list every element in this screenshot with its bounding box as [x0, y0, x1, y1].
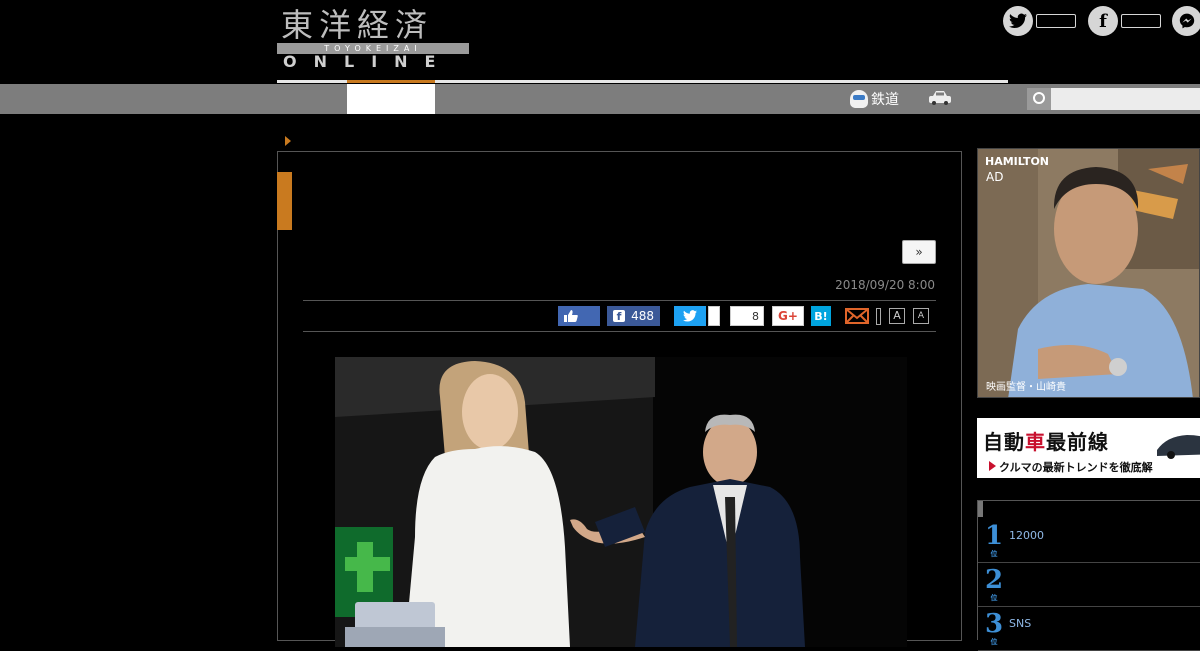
mail-icon	[845, 308, 869, 324]
facebook-count	[1121, 14, 1161, 28]
google-plus-button[interactable]: G+	[772, 306, 804, 326]
font-size-large-button[interactable]: A	[889, 308, 905, 324]
article-date: 2018/09/20 8:00	[835, 278, 935, 292]
ad-caption: 映画監督・山崎貴	[986, 382, 1066, 393]
messenger-share[interactable]	[1172, 6, 1200, 36]
global-nav	[0, 84, 1200, 114]
print-button[interactable]	[876, 308, 881, 325]
sidebar-ad[interactable]	[977, 148, 1200, 398]
nav-link-railway-label: 鉄道	[871, 92, 899, 108]
rank-title: 12000	[1009, 529, 1044, 542]
twitter-icon	[683, 310, 697, 322]
breadcrumb-arrow-icon	[285, 136, 291, 146]
rank-number: 2位	[985, 565, 1004, 602]
ad-label: AD	[986, 170, 1004, 184]
facebook-like-button[interactable]	[558, 306, 600, 326]
search-button[interactable]	[1027, 88, 1051, 110]
car-icon	[1157, 435, 1200, 459]
train-icon	[850, 90, 868, 108]
search-icon	[1033, 92, 1045, 104]
car-banner-subtitle: クルマの最新トレンドを徹底解	[999, 461, 1153, 474]
tweet-count	[708, 306, 720, 326]
twitter-follow[interactable]	[1003, 6, 1076, 36]
rank-number: 3位	[985, 609, 1004, 646]
facebook-follow[interactable]: f	[1088, 6, 1161, 36]
article-photo	[335, 357, 907, 647]
twitter-icon	[1003, 6, 1033, 36]
banner-arrow-icon	[989, 461, 996, 471]
facebook-share-button[interactable]: f 488	[607, 306, 660, 326]
hatena-bookmark-button[interactable]: B!	[811, 306, 831, 326]
logo-online: ONLINE	[283, 52, 453, 71]
ranking-item[interactable]: 2位	[978, 563, 1200, 607]
mail-share-button[interactable]	[845, 306, 869, 326]
nav-tab-active[interactable]	[347, 84, 435, 114]
site-logo[interactable]: 東洋経済 TOYOKEIZAI ONLINE	[277, 6, 469, 70]
thumbs-up-icon	[564, 310, 578, 322]
rank-title: SNS	[1009, 617, 1032, 630]
facebook-share-count: 488	[631, 309, 654, 323]
share-divider-top	[303, 300, 936, 301]
pocket-count: 8	[752, 309, 759, 323]
nav-link-railway[interactable]: 鉄道	[850, 87, 899, 111]
car-icon[interactable]	[928, 90, 952, 106]
rank-number: 1位	[985, 521, 1004, 558]
next-page-button[interactable]: »	[902, 240, 936, 264]
nav-active-accent	[347, 80, 435, 83]
facebook-icon: f	[613, 310, 625, 323]
ranking-header	[977, 500, 1200, 518]
share-divider-bottom	[303, 331, 936, 332]
car-banner-title: 自動車最前線	[983, 430, 1109, 454]
ranking-item[interactable]: 1位 12000	[978, 519, 1200, 563]
ranking-header-mark	[978, 501, 983, 517]
search-input[interactable]	[1027, 88, 1200, 110]
logo-kanji: 東洋経済	[281, 6, 434, 44]
ad-brand: HAMILTON	[985, 155, 1050, 168]
messenger-icon	[1172, 6, 1200, 36]
font-size-small-button[interactable]: A	[913, 308, 929, 324]
tweet-button[interactable]	[674, 306, 706, 326]
title-accent-bar	[277, 172, 292, 230]
facebook-icon: f	[1088, 6, 1118, 36]
ranking-item[interactable]: 3位 SNS	[978, 607, 1200, 651]
pocket-button[interactable]: 8	[730, 306, 764, 326]
car-feature-banner[interactable]: 自動車最前線 クルマの最新トレンドを徹底解	[977, 418, 1200, 478]
twitter-count	[1036, 14, 1076, 28]
